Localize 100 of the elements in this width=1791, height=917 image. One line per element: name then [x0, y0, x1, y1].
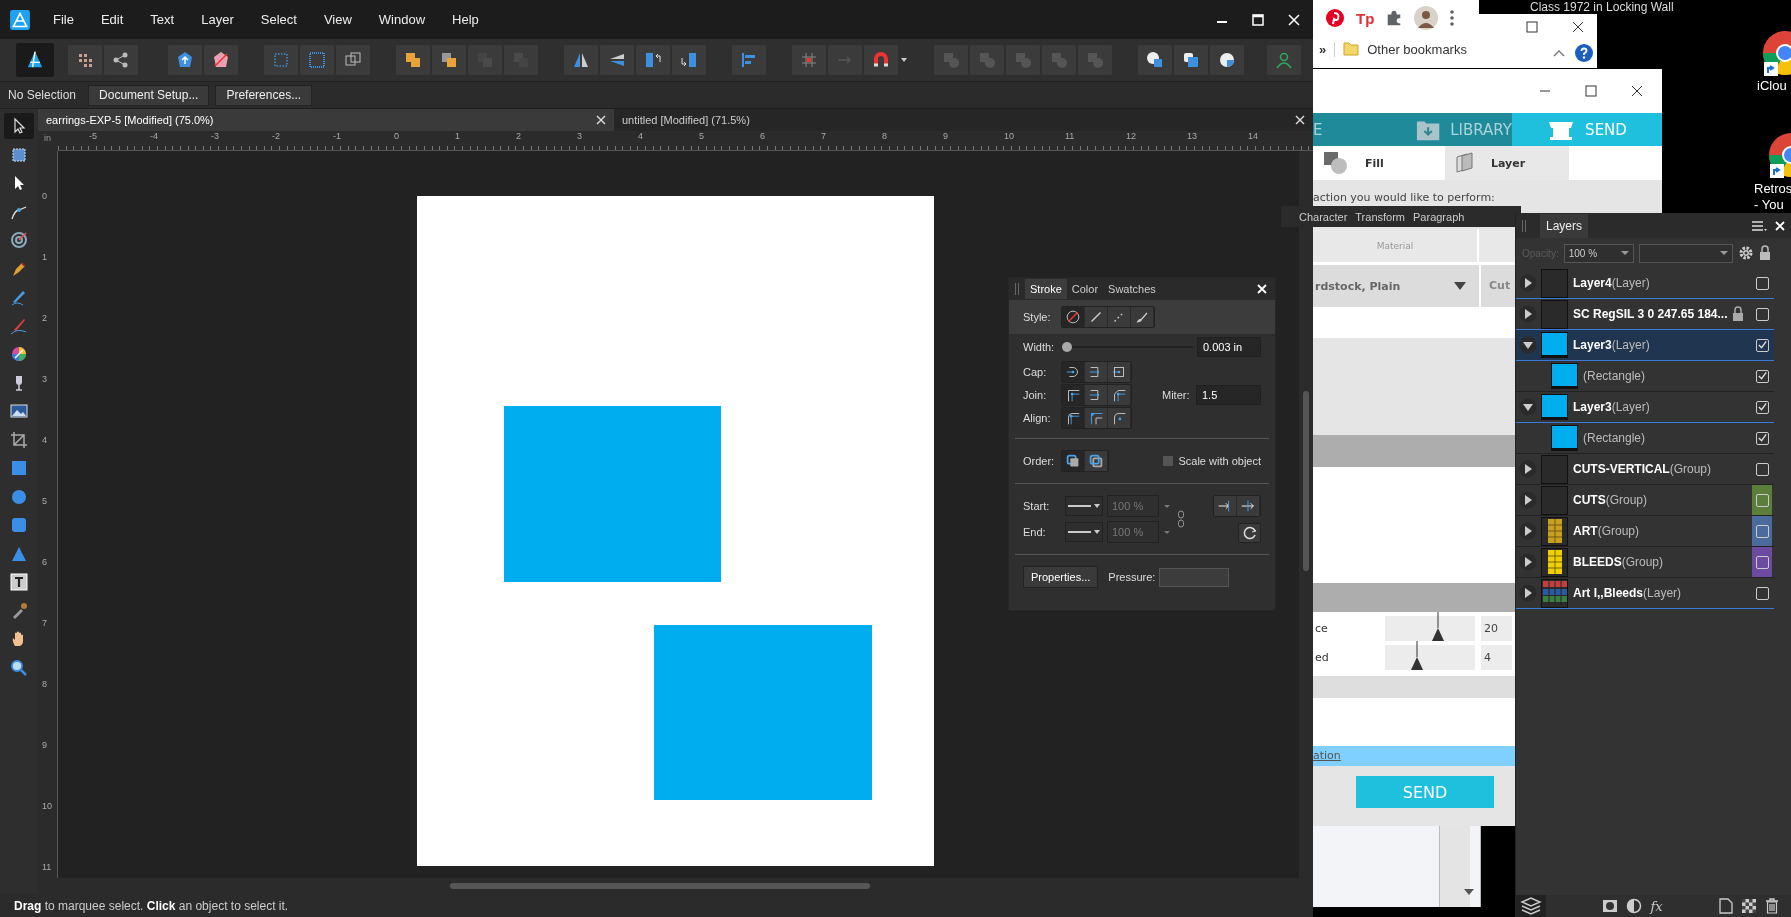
value-field[interactable]: 20	[1481, 616, 1512, 641]
menu-item[interactable]: Select	[260, 12, 297, 27]
ruler-label: 3	[41, 374, 48, 386]
miter-field[interactable]: 1.5	[1196, 384, 1261, 405]
ruler-label: 5	[699, 131, 705, 143]
layer-row[interactable]: BLEEDS(Group)	[1516, 547, 1774, 578]
desktop-caption: Class 1972 in Locking Wall	[1530, 0, 1674, 14]
ruler-label: 1	[455, 131, 461, 143]
layer-name: Layer3(Layer)	[1573, 338, 1650, 352]
ruler-label: 6	[760, 131, 766, 143]
ruler-label: 5	[41, 496, 48, 508]
panel-tab[interactable]: Character	[1299, 210, 1348, 223]
ruler-label: 14	[1248, 131, 1259, 143]
layer-name: Art I,,Bleeds(Layer)	[1573, 586, 1682, 600]
ruler-label: -4	[150, 131, 159, 143]
ruler-label: -3	[211, 131, 220, 143]
ruler-label: 0	[394, 131, 400, 143]
setting-label: ce	[1314, 622, 1329, 635]
field-label: Miter:	[1162, 388, 1191, 401]
context-button[interactable]: Document Setup...	[88, 84, 210, 106]
document-tab[interactable]: untitled [Modified] (71.5%)	[614, 109, 1313, 131]
context-button[interactable]: Preferences...	[215, 84, 313, 106]
layer-name: Layer4(Layer)	[1573, 276, 1650, 290]
ruler-label: 11	[41, 862, 53, 872]
layer-name: (Rectangle)	[1583, 431, 1646, 445]
layer-name: (Rectangle)	[1583, 369, 1646, 383]
panel-tab[interactable]: Paragraph	[1413, 210, 1465, 223]
field-label: Cap:	[1023, 365, 1048, 378]
menu-item[interactable]: View	[323, 12, 352, 27]
layer-name: SC RegSIL 3 0 247.65 184...	[1573, 307, 1728, 321]
properties-button[interactable]: Properties...	[1023, 566, 1099, 588]
field-label: Style:	[1023, 311, 1052, 323]
ruler-label: 7	[821, 131, 827, 143]
menu-item[interactable]: Edit	[100, 12, 124, 27]
field-label: Order:	[1023, 455, 1056, 467]
layer-row[interactable]: CUTS(Group)	[1516, 485, 1774, 516]
field-label: Start:	[1023, 500, 1051, 512]
layer-row[interactable]: SC RegSIL 3 0 247.65 184...	[1516, 299, 1774, 330]
ruler-label: 0	[41, 191, 48, 203]
panel-tab[interactable]: Stroke	[1025, 279, 1067, 299]
menu-item[interactable]: Layer	[201, 12, 234, 27]
menu-item[interactable]: Text	[150, 12, 175, 27]
layer-row[interactable]: Layer4(Layer)	[1516, 268, 1774, 299]
bookmark-folder[interactable]: Other bookmarks	[1367, 41, 1467, 57]
layer-row[interactable]: (Rectangle)	[1516, 423, 1774, 454]
ruler-unit: in	[43, 132, 52, 145]
tab[interactable]: Fill	[1313, 146, 1445, 180]
ruler-label: 6	[41, 557, 48, 569]
ruler-label: 2	[516, 131, 522, 143]
field-label: Pressure:	[1108, 571, 1156, 583]
link[interactable]: ation	[1313, 749, 1341, 762]
panel-tab[interactable]: Swatches	[1103, 279, 1161, 299]
layer-name: CUTS(Group)	[1573, 493, 1647, 507]
instruction-text: action you would like to perform:	[1313, 191, 1495, 204]
ruler-label: 7	[41, 618, 48, 630]
value-field[interactable]: 4	[1481, 645, 1512, 670]
extension-button[interactable]: Tp	[1356, 9, 1375, 27]
menu-item[interactable]: Window	[378, 12, 426, 27]
material-dropdown[interactable]: rdstock, Plain	[1313, 279, 1447, 293]
ruler-label: -1	[333, 131, 342, 143]
menu-item[interactable]: Help	[452, 12, 479, 27]
ruler-label: 9	[943, 131, 949, 143]
ruler-label: 12	[1126, 131, 1137, 143]
layer-row[interactable]: Layer3(Layer)	[1516, 392, 1774, 423]
desktop-icon-label[interactable]: - You	[1754, 197, 1784, 213]
field-label: Width:	[1023, 341, 1056, 353]
checkbox-label: Scale with object	[1178, 455, 1261, 467]
layer-row[interactable]: Art I,,Bleeds(Layer)	[1516, 578, 1774, 609]
layer-row[interactable]: Layer3(Layer)	[1516, 330, 1774, 361]
panel-tab[interactable]: Color	[1066, 279, 1104, 299]
panel-tab[interactable]: Layers	[1540, 213, 1589, 238]
layer-name: BLEEDS(Group)	[1573, 555, 1664, 569]
ruler-label: 10	[1004, 131, 1015, 143]
desktop-icon-label[interactable]: iClou	[1757, 78, 1787, 94]
bookmarks-overflow-button[interactable]: »	[1319, 41, 1336, 57]
panel-tab[interactable]: Transform	[1355, 210, 1405, 223]
layer-row[interactable]: CUTS-VERTICAL(Group)	[1516, 454, 1774, 485]
layer-row[interactable]: (Rectangle)	[1516, 361, 1774, 392]
ruler-label: 8	[882, 131, 888, 143]
effects-button[interactable]: fx	[1650, 898, 1663, 914]
width-field[interactable]: 0.003 in	[1197, 337, 1261, 357]
ruler-label: 4	[638, 131, 644, 143]
layer-name: ART(Group)	[1573, 524, 1639, 538]
field-label: Join:	[1023, 388, 1048, 401]
ruler-label: 4	[41, 435, 48, 447]
status-hint: Drag to marquee select. Click an object to select it.	[14, 898, 289, 913]
layer-row[interactable]: ART(Group)	[1516, 516, 1774, 547]
menu-item[interactable]: File	[53, 12, 74, 27]
field-label: End:	[1023, 526, 1047, 538]
ruler-label: 1	[41, 252, 48, 264]
tab[interactable]: Layer	[1445, 146, 1569, 180]
layer-name: CUTS-VERTICAL(Group)	[1573, 462, 1711, 476]
ruler-label: 2	[41, 313, 48, 325]
ruler-label: 9	[41, 740, 48, 752]
document-tab[interactable]: earrings-EXP-5 [Modified] (75.0%)	[38, 109, 614, 131]
setting-label: ed	[1314, 651, 1330, 664]
desktop-icon-label[interactable]: Retros	[1754, 181, 1791, 197]
ruler-label: -5	[89, 131, 98, 143]
layer-name: Layer3(Layer)	[1573, 400, 1650, 414]
ruler-label: 3	[577, 131, 583, 143]
